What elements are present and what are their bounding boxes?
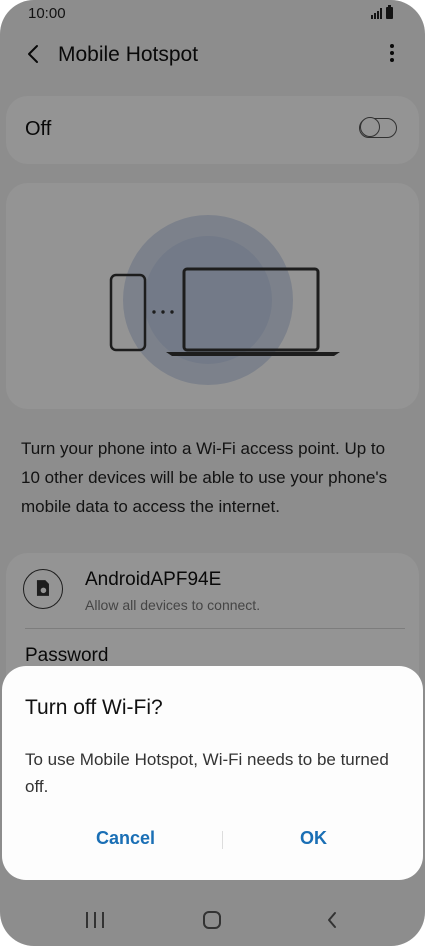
- navigation-bar: [0, 896, 425, 946]
- ok-button[interactable]: OK: [300, 828, 327, 849]
- dialog-message: To use Mobile Hotspot, Wi-Fi needs to be…: [25, 750, 389, 796]
- back-icon[interactable]: [325, 909, 339, 931]
- home-icon[interactable]: [203, 911, 221, 929]
- phone-screen: 10:00 Mobile Hotspot Off Turn your phone…: [0, 0, 425, 946]
- cancel-button[interactable]: Cancel: [96, 828, 155, 849]
- dialog-title: Turn off Wi-Fi?: [25, 696, 163, 719]
- recent-apps-icon[interactable]: [86, 912, 104, 928]
- turn-off-wifi-dialog: Turn off Wi-Fi? To use Mobile Hotspot, W…: [2, 666, 423, 880]
- button-divider: [222, 831, 223, 849]
